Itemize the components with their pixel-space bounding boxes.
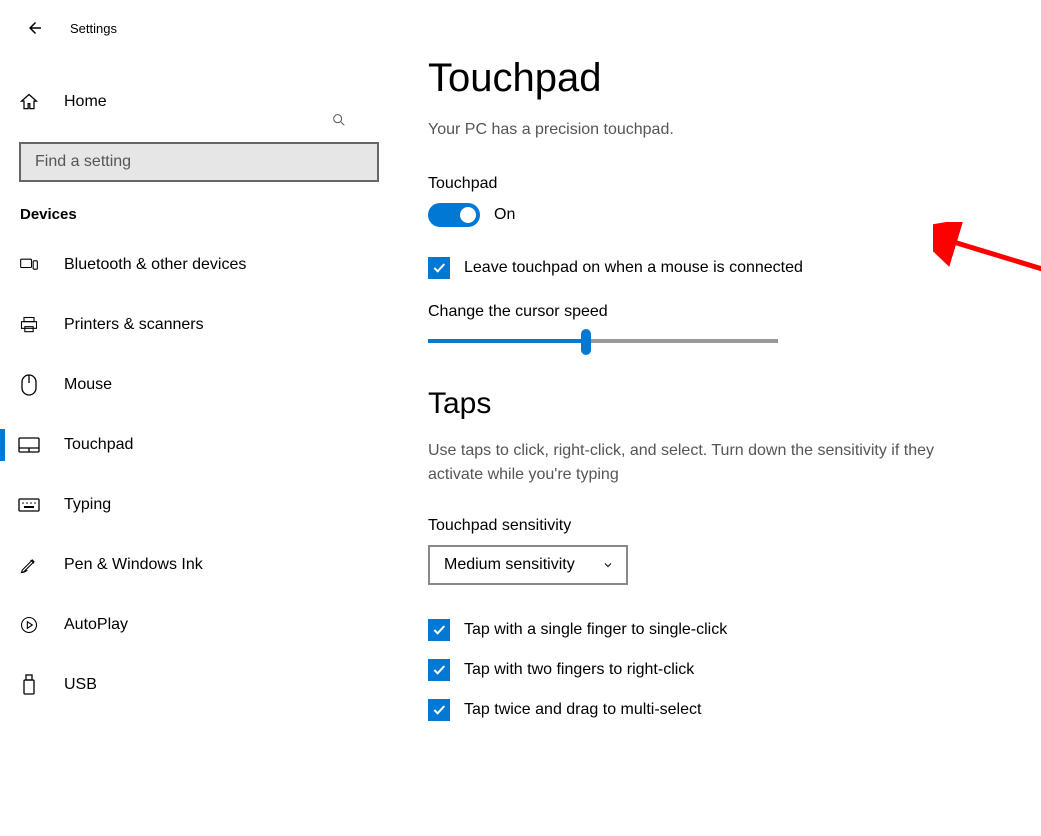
sidebar-item-printers[interactable]: Printers & scanners	[0, 295, 398, 355]
home-label: Home	[64, 93, 107, 111]
home-icon	[18, 92, 40, 112]
sensitivity-dropdown[interactable]: Medium sensitivity	[428, 545, 628, 585]
sidebar-home[interactable]: Home	[0, 80, 398, 124]
tap-two-label: Tap with two fingers to right-click	[464, 661, 694, 679]
leave-on-label: Leave touchpad on when a mouse is connec…	[464, 259, 803, 277]
touchpad-toggle[interactable]	[428, 203, 480, 227]
app-title: Settings	[70, 21, 117, 36]
back-arrow-icon	[26, 19, 44, 37]
leave-on-checkbox[interactable]	[428, 257, 450, 279]
keyboard-icon	[18, 498, 40, 512]
taps-description: Use taps to click, right-click, and sele…	[428, 439, 988, 487]
autoplay-icon	[18, 615, 40, 635]
sidebar-item-mouse[interactable]: Mouse	[0, 355, 398, 415]
sidebar-item-typing[interactable]: Typing	[0, 475, 398, 535]
sidebar-item-autoplay[interactable]: AutoPlay	[0, 595, 398, 655]
toggle-state-text: On	[494, 206, 515, 224]
tap-two-checkbox[interactable]	[428, 659, 450, 681]
sidebar-nav: Bluetooth & other devices Printers & sca…	[0, 235, 398, 715]
tap-single-label: Tap with a single finger to single-click	[464, 621, 727, 639]
devices-icon	[18, 256, 40, 274]
sidebar-item-usb[interactable]: USB	[0, 655, 398, 715]
sidebar-item-bluetooth[interactable]: Bluetooth & other devices	[0, 235, 398, 295]
mouse-icon	[18, 374, 40, 396]
tap-single-checkbox[interactable]	[428, 619, 450, 641]
sidebar-section-title: Devices	[20, 206, 398, 223]
tap-drag-label: Tap twice and drag to multi-select	[464, 701, 701, 719]
cursor-speed-label: Change the cursor speed	[428, 303, 1011, 321]
sensitivity-value: Medium sensitivity	[444, 556, 575, 574]
cursor-speed-slider[interactable]	[428, 339, 778, 343]
annotation-arrow	[933, 222, 1041, 342]
precision-description: Your PC has a precision touchpad.	[428, 121, 1011, 139]
check-icon	[431, 622, 447, 638]
touchpad-icon	[18, 437, 40, 453]
sensitivity-label: Touchpad sensitivity	[428, 517, 1011, 535]
chevron-down-icon	[602, 559, 614, 571]
sidebar: Settings Home Devices Bluetooth & other …	[0, 0, 398, 836]
usb-icon	[18, 674, 40, 696]
check-icon	[431, 702, 447, 718]
taps-heading: Taps	[428, 387, 1011, 421]
pen-icon	[18, 555, 40, 575]
check-icon	[431, 260, 447, 276]
back-button[interactable]	[24, 17, 46, 39]
tap-drag-checkbox[interactable]	[428, 699, 450, 721]
check-icon	[431, 662, 447, 678]
touchpad-toggle-label: Touchpad	[428, 175, 1011, 193]
page-title: Touchpad	[428, 56, 1011, 101]
sidebar-item-pen[interactable]: Pen & Windows Ink	[0, 535, 398, 595]
main-content: Touchpad Your PC has a precision touchpa…	[398, 0, 1041, 836]
sidebar-item-touchpad[interactable]: Touchpad	[0, 415, 398, 475]
search-input[interactable]	[19, 142, 379, 182]
printer-icon	[18, 315, 40, 335]
